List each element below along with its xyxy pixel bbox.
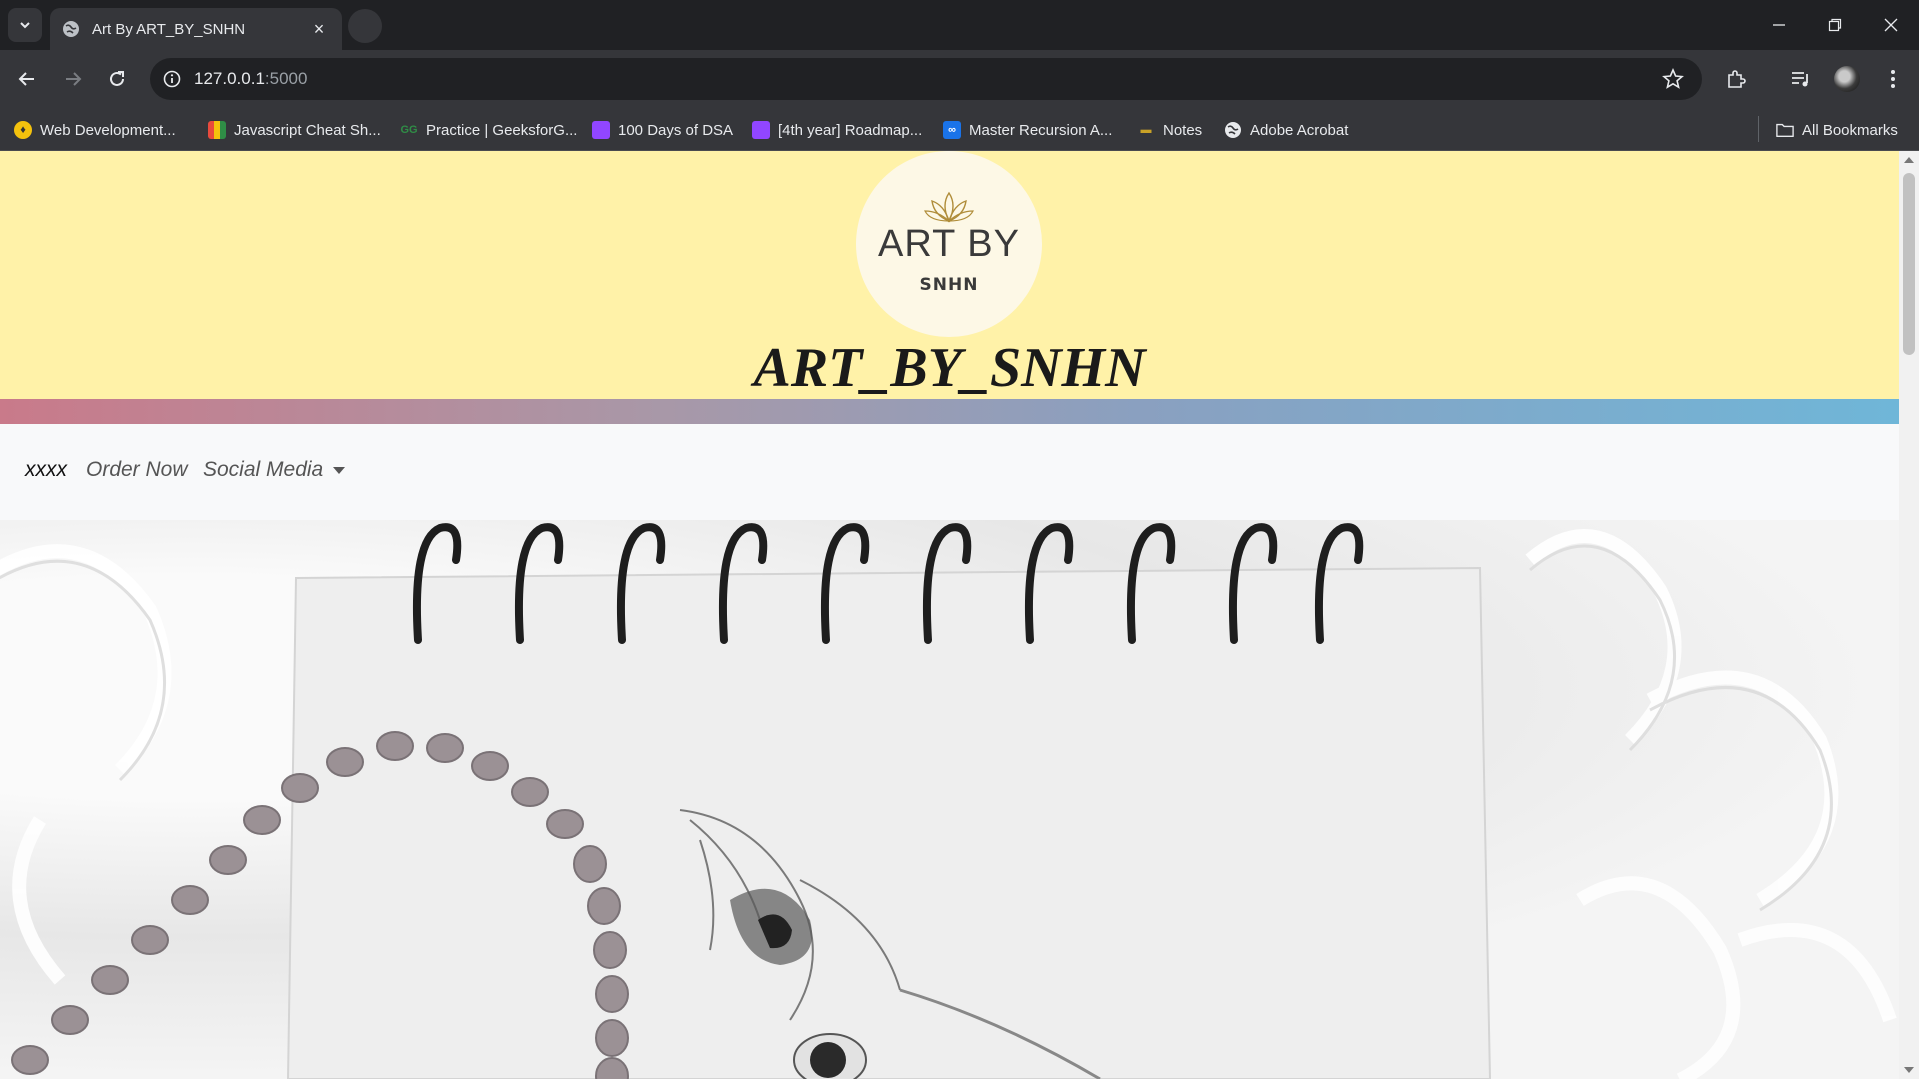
- kebab-menu-icon: [1891, 70, 1895, 88]
- notes-icon: ▬: [1140, 124, 1152, 136]
- scroll-down-arrow-icon[interactable]: [1904, 1067, 1914, 1073]
- social-media-label: Social Media: [203, 458, 324, 481]
- new-tab-button[interactable]: [348, 9, 382, 43]
- close-window-button[interactable]: [1863, 0, 1919, 50]
- minimize-button[interactable]: [1751, 0, 1807, 50]
- url-port: :5000: [264, 69, 308, 88]
- all-bookmarks-button[interactable]: All Bookmarks: [1776, 117, 1898, 143]
- media-controls-button[interactable]: [1784, 62, 1818, 96]
- bookmark-label: Web Development...: [40, 121, 176, 139]
- site-logo[interactable]: ART BY SNHN: [856, 151, 1042, 337]
- bookmark-item[interactable]: ▬ Notes: [1137, 117, 1203, 143]
- reload-button[interactable]: [100, 62, 134, 96]
- site-navbar: xxxx Order Now Social Media: [0, 424, 1899, 520]
- logo-text-line1: ART BY: [878, 223, 1020, 265]
- web-page: ART BY SNHN ART_BY_SNHN xxxx Order Now S…: [0, 151, 1899, 1079]
- profile-button[interactable]: [1830, 62, 1864, 96]
- chevron-down-icon: [20, 22, 30, 29]
- site-title: ART_BY_SNHN: [753, 337, 1146, 399]
- logo-text-line2: SNHN: [919, 275, 979, 295]
- bookmark-label: Practice | GeeksforG...: [426, 121, 578, 139]
- bookmark-label: Adobe Acrobat: [1250, 121, 1349, 139]
- back-button[interactable]: [10, 62, 44, 96]
- bookmarks-separator: [1758, 116, 1759, 142]
- bookmark-item[interactable]: GG Practice | GeeksforG...: [400, 117, 577, 143]
- forward-button[interactable]: [56, 62, 90, 96]
- bookmark-label: Master Recursion A...: [969, 121, 1113, 139]
- caret-down-icon: [333, 466, 346, 474]
- forward-arrow-icon: [66, 72, 82, 86]
- tab-strip: Art By ART_BY_SNHN ×: [0, 0, 1919, 50]
- tab-search-button[interactable]: [8, 8, 42, 42]
- bookmark-label: Notes: [1163, 121, 1203, 139]
- site-header: ART BY SNHN ART_BY_SNHN: [0, 151, 1899, 399]
- hero-artwork-photo: [0, 520, 1899, 1079]
- nav-order-now-link[interactable]: Order Now: [86, 458, 188, 482]
- bookmarks-bar: ♦ Web Development... Javascript Cheat Sh…: [0, 108, 1919, 151]
- close-icon: [1884, 18, 1898, 32]
- avatar: [1834, 66, 1860, 92]
- bookmark-item[interactable]: 100 Days of DSA: [592, 117, 733, 143]
- twitch-icon: [592, 121, 610, 139]
- bookmark-item[interactable]: ∞ Master Recursion A...: [943, 117, 1112, 143]
- bookmark-label: [4th year] Roadmap...: [778, 121, 923, 139]
- tab-close-button[interactable]: ×: [308, 19, 330, 40]
- nav-social-media-dropdown[interactable]: Social Media: [203, 458, 346, 482]
- url-text: 127.0.0.1:5000: [194, 69, 307, 89]
- page-viewport: ART BY SNHN ART_BY_SNHN xxxx Order Now S…: [0, 151, 1919, 1079]
- address-bar[interactable]: 127.0.0.1:5000: [150, 58, 1702, 100]
- all-bookmarks-label: All Bookmarks: [1802, 121, 1898, 139]
- nav-brand-link[interactable]: xxxx: [25, 458, 67, 482]
- artwork-illustration: [0, 523, 1897, 1079]
- folder-icon: [1776, 123, 1794, 137]
- bookmark-label: Javascript Cheat Sh...: [234, 121, 381, 139]
- bars-icon: [208, 121, 226, 139]
- bookmark-label: 100 Days of DSA: [618, 121, 734, 139]
- bookmark-star-icon[interactable]: [1662, 68, 1684, 90]
- site-info-button[interactable]: [150, 70, 194, 88]
- reload-icon: [110, 71, 124, 86]
- infinity-icon: ∞: [943, 121, 961, 139]
- lotus-icon: [924, 191, 974, 223]
- scroll-up-arrow-icon[interactable]: [1904, 157, 1914, 163]
- url-host: 127.0.0.1: [194, 69, 265, 88]
- restore-icon: [1828, 18, 1842, 32]
- bookmark-item[interactable]: ♦ Web Development...: [14, 117, 176, 143]
- info-icon: [163, 70, 181, 88]
- globe-icon: [63, 21, 79, 37]
- extensions-button[interactable]: [1719, 62, 1753, 96]
- media-queue-icon: [1792, 72, 1808, 87]
- scrollbar-thumb[interactable]: [1903, 173, 1915, 355]
- bookmark-item[interactable]: [4th year] Roadmap...: [752, 117, 922, 143]
- minimize-icon: [1773, 24, 1785, 26]
- puzzle-icon: [1728, 70, 1746, 88]
- menu-button[interactable]: [1876, 62, 1910, 96]
- web-dev-icon: ♦: [14, 121, 32, 139]
- bookmark-item[interactable]: Adobe Acrobat: [1224, 117, 1348, 143]
- restore-button[interactable]: [1807, 0, 1863, 50]
- gradient-divider: [0, 399, 1899, 424]
- geeksforgeeks-icon: GG: [400, 124, 418, 136]
- globe-icon: [1225, 122, 1241, 138]
- tab-title: Art By ART_BY_SNHN: [92, 20, 246, 38]
- twitch-icon: [752, 121, 770, 139]
- bookmark-item[interactable]: Javascript Cheat Sh...: [208, 117, 381, 143]
- active-tab[interactable]: Art By ART_BY_SNHN ×: [50, 8, 342, 50]
- back-arrow-icon: [18, 72, 34, 86]
- browser-toolbar: 127.0.0.1:5000: [0, 50, 1919, 108]
- page-scrollbar[interactable]: [1899, 151, 1919, 1079]
